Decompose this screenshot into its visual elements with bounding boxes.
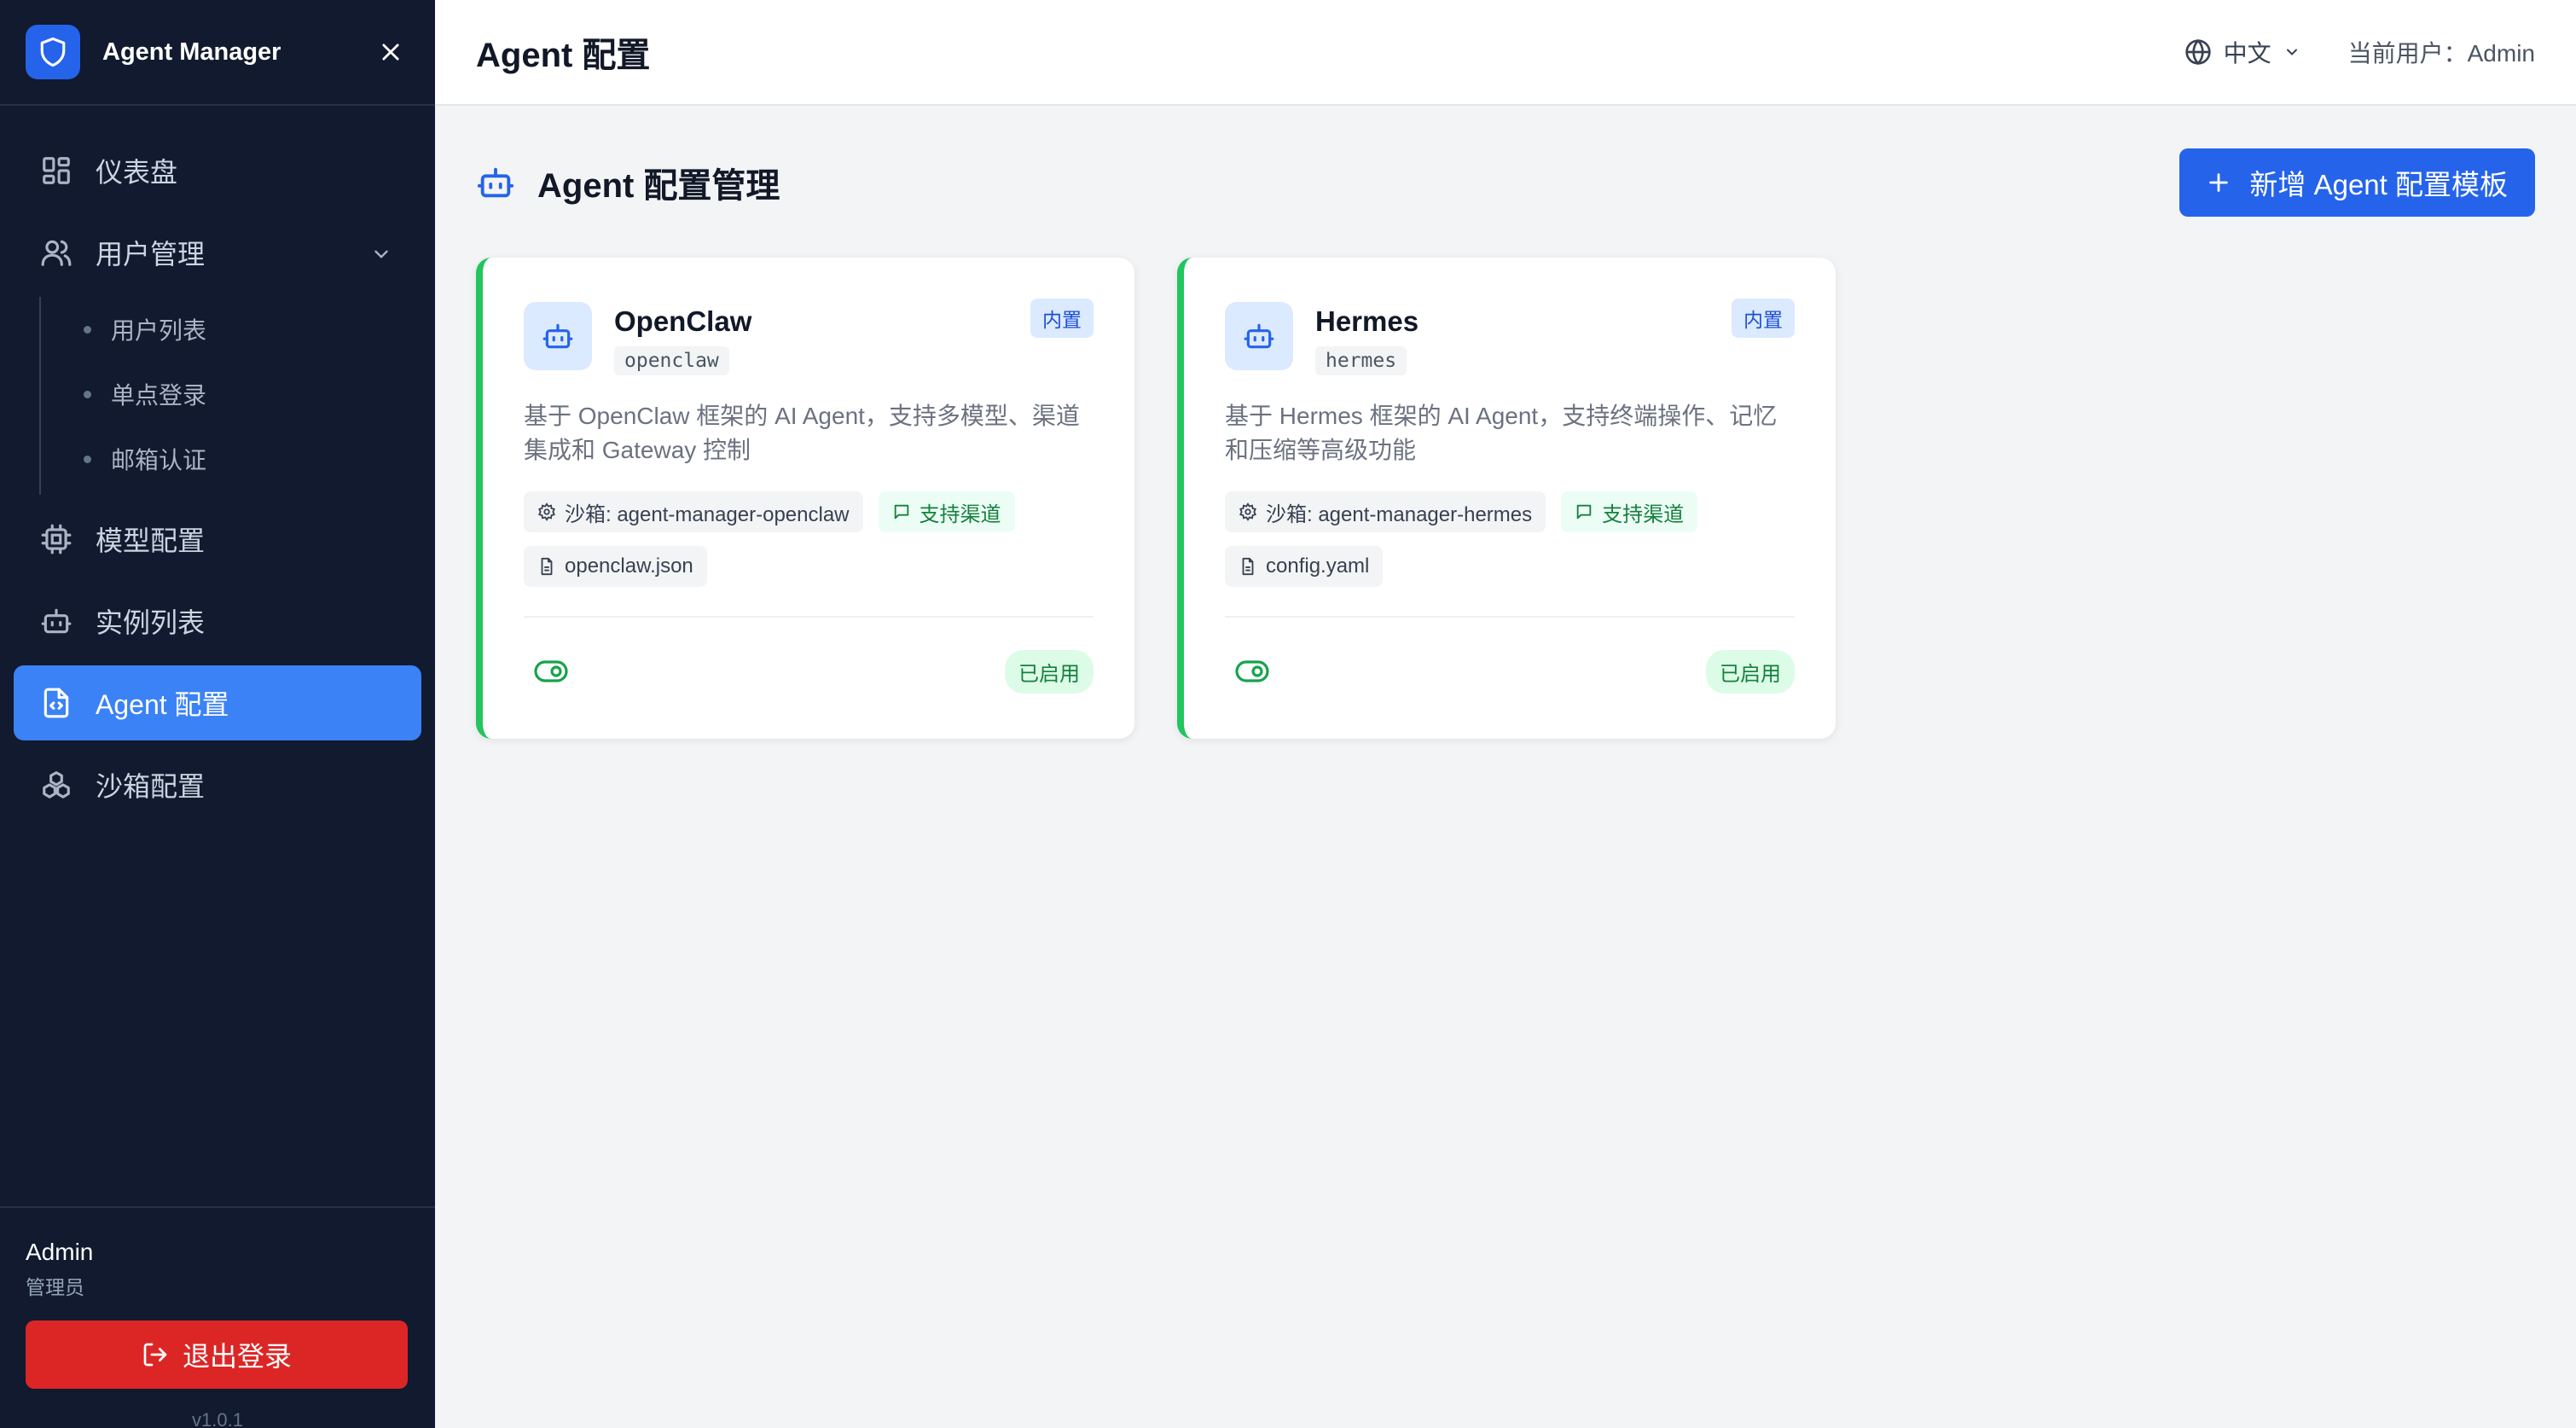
chip-icon xyxy=(39,522,73,556)
sidebar: Agent Manager 仪表盘 用户管理 用户列表 单点登录 邮箱认证 模型… xyxy=(0,0,435,1428)
current-user: 当前用户：Admin xyxy=(2347,40,2535,67)
agent-description: 基于 Hermes 框架的 AI Agent，支持终端操作、记忆和压缩等高级功能 xyxy=(1225,403,1778,463)
boxes-icon xyxy=(39,768,73,802)
logout-label: 退出登录 xyxy=(182,1341,292,1372)
sidebar-item-sandbox-config[interactable]: 沙箱配置 xyxy=(14,747,421,822)
agent-description: 基于 OpenClaw 框架的 AI Agent，支持多模型、渠道集成和 Gat… xyxy=(524,403,1080,463)
top-bar: Agent 配置 中文 当前用户：Admin xyxy=(435,0,2576,106)
bot-icon xyxy=(39,604,73,638)
card-footer: 已启用 xyxy=(534,649,1094,694)
config-file-tag: config.yaml xyxy=(1225,546,1384,587)
user-name: Admin xyxy=(26,1239,94,1265)
agent-slug: openclaw xyxy=(614,346,729,375)
dashboard-icon xyxy=(39,154,73,188)
sidebar-item-label: 仪表盘 xyxy=(96,157,178,188)
config-file-label: config.yaml xyxy=(1266,554,1370,578)
agent-name: Hermes xyxy=(1315,305,1419,337)
page-title: Agent 配置 xyxy=(476,37,651,74)
card-titles: OpenClaw openclaw xyxy=(614,302,1094,375)
language-label: 中文 xyxy=(2223,40,2271,67)
language-selector[interactable]: 中文 xyxy=(2184,35,2300,69)
sidebar-item-label: 用户列表 xyxy=(111,317,207,344)
sidebar-item-agent-config[interactable]: Agent 配置 xyxy=(14,665,421,740)
sandbox-tag: 沙箱: agent-manager-hermes xyxy=(1225,491,1546,532)
chevron-down-icon[interactable] xyxy=(370,241,392,272)
channel-label: 支持渠道 xyxy=(919,502,1001,526)
card-divider xyxy=(1225,616,1795,618)
plus-icon xyxy=(2207,171,2231,194)
file-icon xyxy=(537,557,556,576)
sidebar-subitem-sso[interactable]: 单点登录 xyxy=(41,362,435,427)
gear-icon xyxy=(1239,502,1257,521)
logout-icon xyxy=(142,1341,169,1368)
config-file-tag: openclaw.json xyxy=(524,546,707,587)
card-footer: 已启用 xyxy=(1235,649,1795,694)
agent-card-grid: OpenClaw openclaw 内置 基于 OpenClaw 框架的 AI … xyxy=(476,258,2535,739)
section-header: Agent 配置管理 新增 Agent 配置模板 xyxy=(476,106,2535,259)
sidebar-item-label: 邮箱认证 xyxy=(111,447,207,473)
builtin-badge: 内置 xyxy=(1732,299,1795,338)
globe-icon xyxy=(2184,38,2212,66)
app-name: Agent Manager xyxy=(102,38,281,66)
config-file-label: openclaw.json xyxy=(565,554,693,578)
agent-tags: 沙箱: agent-manager-hermes 支持渠道 config.yam… xyxy=(1225,491,1795,587)
sidebar-item-user-management[interactable]: 用户管理 xyxy=(14,215,421,290)
card-titles: Hermes hermes xyxy=(1315,302,1795,375)
gear-icon xyxy=(537,502,556,521)
message-icon xyxy=(1575,502,1593,521)
status-badge: 已启用 xyxy=(1005,649,1094,694)
sidebar-item-label: 实例列表 xyxy=(96,607,206,638)
builtin-badge: 内置 xyxy=(1030,299,1094,338)
file-code-icon xyxy=(39,686,73,720)
sidebar-item-label: 沙箱配置 xyxy=(96,771,206,802)
bot-icon xyxy=(524,302,592,370)
sidebar-subitem-user-list[interactable]: 用户列表 xyxy=(41,297,435,362)
channel-tag: 支持渠道 xyxy=(878,491,1015,532)
agent-card[interactable]: Hermes hermes 内置 基于 Hermes 框架的 AI Agent，… xyxy=(1177,258,1836,739)
sandbox-label: 沙箱: agent-manager-hermes xyxy=(1266,502,1533,526)
shield-icon xyxy=(26,25,80,79)
sidebar-item-instance-list[interactable]: 实例列表 xyxy=(14,583,421,659)
toggle-icon[interactable] xyxy=(1235,659,1269,683)
sidebar-item-label: 用户管理 xyxy=(96,239,206,270)
close-icon[interactable] xyxy=(372,33,409,71)
sandbox-tag: 沙箱: agent-manager-openclaw xyxy=(524,491,863,532)
agent-tags: 沙箱: agent-manager-openclaw 支持渠道 openclaw… xyxy=(524,491,1094,587)
sidebar-subitem-email-auth[interactable]: 邮箱认证 xyxy=(41,427,435,491)
sidebar-nav: 仪表盘 用户管理 用户列表 单点登录 邮箱认证 模型配置 实例列表 Agent … xyxy=(0,106,435,822)
sidebar-item-label: Agent 配置 xyxy=(96,689,229,720)
section-title: Agent 配置管理 xyxy=(537,167,780,205)
toggle-icon[interactable] xyxy=(534,659,568,683)
agent-card[interactable]: OpenClaw openclaw 内置 基于 OpenClaw 框架的 AI … xyxy=(476,258,1134,739)
sidebar-item-label: 单点登录 xyxy=(111,382,207,409)
chevron-down-icon xyxy=(2283,44,2300,61)
message-icon xyxy=(892,502,911,521)
card-header: OpenClaw openclaw xyxy=(524,302,1094,375)
sidebar-footer: Admin 管理员 退出登录 v1.0.1 xyxy=(0,1206,435,1428)
app-version: v1.0.1 xyxy=(192,1409,243,1428)
card-divider xyxy=(524,616,1094,618)
logout-button[interactable]: 退出登录 xyxy=(26,1321,408,1389)
file-icon xyxy=(1239,557,1257,576)
main-content: Agent 配置管理 新增 Agent 配置模板 OpenClaw opencl… xyxy=(435,106,2576,1428)
agent-slug: hermes xyxy=(1315,346,1407,375)
sandbox-label: 沙箱: agent-manager-openclaw xyxy=(565,502,850,526)
channel-label: 支持渠道 xyxy=(1602,502,1685,526)
add-button-label: 新增 Agent 配置模板 xyxy=(2249,169,2508,200)
channel-tag: 支持渠道 xyxy=(1561,491,1698,532)
add-agent-template-button[interactable]: 新增 Agent 配置模板 xyxy=(2179,148,2535,217)
sidebar-brand: Agent Manager xyxy=(0,0,435,106)
card-header: Hermes hermes xyxy=(1225,302,1795,375)
sidebar-item-label: 模型配置 xyxy=(96,525,206,556)
user-management-submenu: 用户列表 单点登录 邮箱认证 xyxy=(39,297,435,495)
bot-icon xyxy=(476,163,515,202)
users-icon xyxy=(39,235,73,270)
sidebar-item-dashboard[interactable]: 仪表盘 xyxy=(14,133,421,208)
user-role: 管理员 xyxy=(26,1276,84,1298)
bot-icon xyxy=(1225,302,1293,370)
agent-name: OpenClaw xyxy=(614,305,752,337)
status-badge: 已启用 xyxy=(1706,649,1795,694)
sidebar-item-model-config[interactable]: 模型配置 xyxy=(14,502,421,577)
